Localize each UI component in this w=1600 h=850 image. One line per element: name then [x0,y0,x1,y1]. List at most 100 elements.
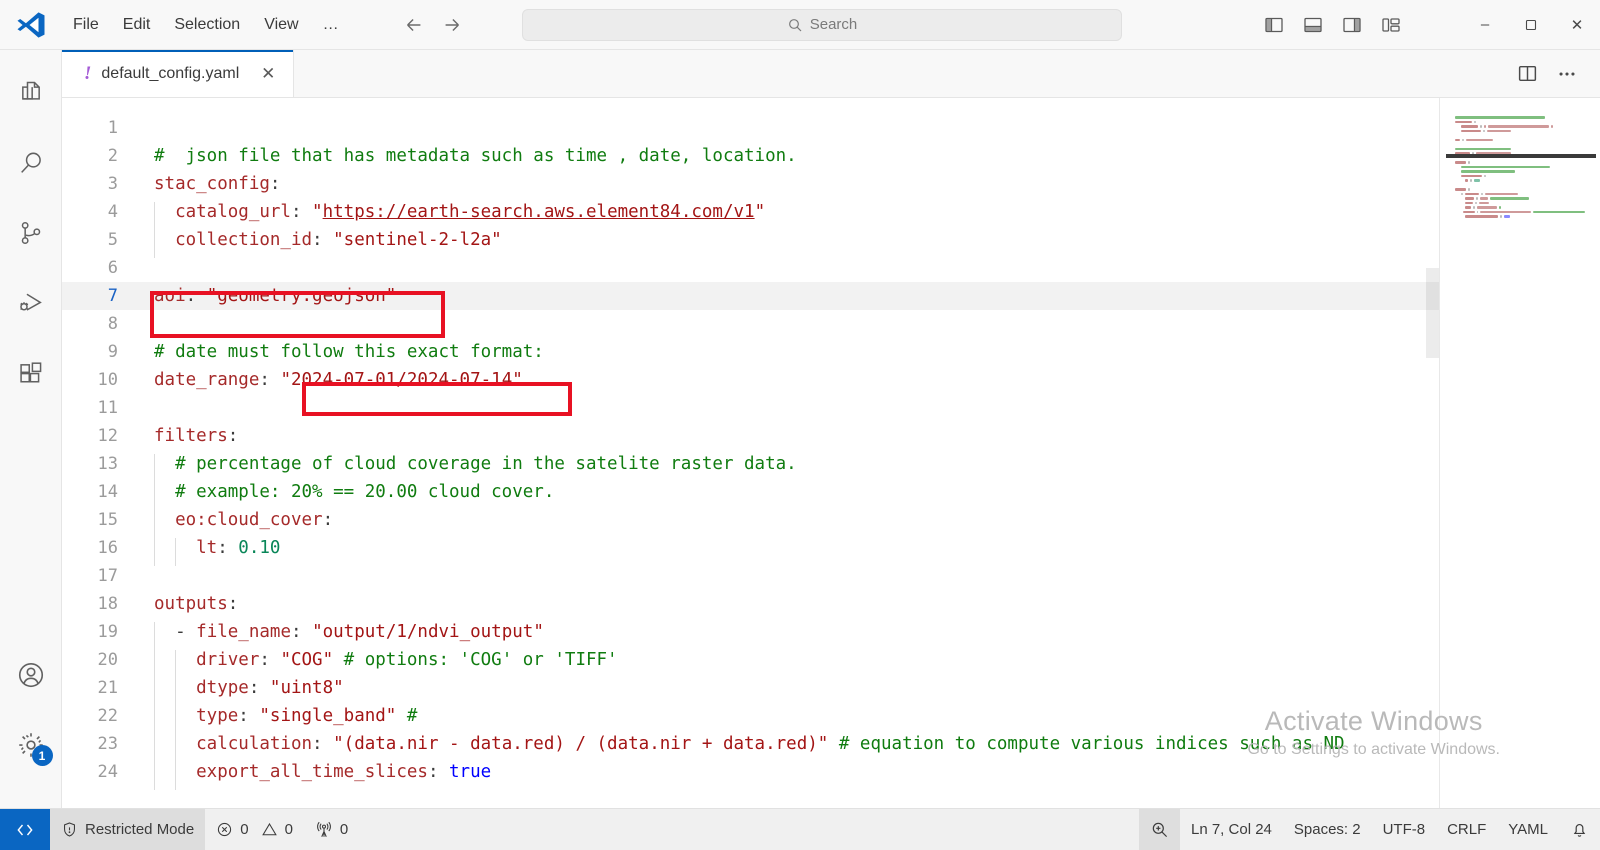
status-zoom-indicator[interactable] [1138,808,1180,850]
code-line[interactable]: 14 # example: 20% == 20.00 cloud cover. [62,478,1440,510]
menu-view[interactable]: View [253,10,309,40]
remote-window-icon[interactable] [0,808,50,850]
minimap-slider[interactable] [1446,154,1596,158]
code-line[interactable]: 20 driver: "COG" # options: 'COG' or 'TI… [62,646,1440,678]
menu-edit[interactable]: Edit [112,10,162,40]
indent-guide [154,482,155,510]
close-icon[interactable]: ✕ [257,64,279,84]
code-line[interactable]: 15 eo:cloud_cover: [62,506,1440,538]
line-number: 5 [107,230,118,250]
code-line[interactable]: 24 export_all_time_slices: true [62,758,1440,790]
code-line[interactable]: 8 [62,310,1440,338]
line-content[interactable]: dtype: "uint8" [140,678,1440,706]
menu-selection[interactable]: Selection [163,10,251,40]
line-content[interactable]: catalog_url: "https://earth-search.aws.e… [140,202,1440,230]
menu-more-icon[interactable]: … [312,10,350,40]
code-line[interactable]: 16 lt: 0.10 [62,534,1440,566]
line-content[interactable]: driver: "COG" # options: 'COG' or 'TIFF' [140,650,1440,678]
code-line[interactable]: 10 date_range: "2024-07-01/2024-07-14" [62,366,1440,394]
line-content[interactable]: calculation: "(data.nir - data.red) / (d… [140,734,1440,762]
indent-guide [154,762,155,790]
line-content[interactable]: # percentage of cloud coverage in the sa… [140,454,1440,482]
status-editor-position[interactable]: Ln 7, Col 24 [1180,809,1283,850]
token-key: collection_id [154,230,313,250]
indent-guide [175,538,176,566]
minimap[interactable] [1440,98,1600,808]
text-editor[interactable]: 1 2 # json file that has metadata such as … [62,98,1600,808]
line-content[interactable]: eo:cloud_cover: [140,510,1440,538]
line-content[interactable]: export_all_time_slices: true [140,762,1440,790]
status-restricted-mode[interactable]: Restricted Mode [50,808,206,850]
line-content[interactable]: # date must follow this exact format: [140,342,1440,362]
code-line[interactable]: 5 collection_id: "sentinel-2-l2a" [62,226,1440,258]
close-button[interactable]: ✕ [1554,0,1600,50]
code-line[interactable]: 11 [62,394,1440,422]
line-number: 4 [107,202,118,222]
code-line[interactable]: 19 - file_name: "output/1/ndvi_output" [62,618,1440,650]
sidebar-item-search[interactable] [0,128,62,198]
minimize-button[interactable]: – [1462,0,1508,50]
code-line[interactable]: 9 # date must follow this exact format: [62,338,1440,366]
code-line[interactable]: 3 stac_config: [62,170,1440,198]
token-punct: : [290,202,313,222]
sidebar-item-accounts[interactable] [0,640,62,710]
code-line[interactable]: 7 aoi: "geometry.geojson" [62,282,1440,310]
arrow-left-icon[interactable] [402,13,426,37]
status-eol[interactable]: CRLF [1436,809,1497,850]
more-actions-icon[interactable] [1556,63,1578,85]
line-content[interactable]: date_range: "2024-07-01/2024-07-14" [140,370,1440,390]
code-lines[interactable]: 1 2 # json file that has metadata such as … [62,98,1440,808]
menu-file[interactable]: File [62,10,110,40]
line-content[interactable]: type: "single_band" # [140,706,1440,734]
search-input[interactable]: Search [522,8,1122,41]
line-content[interactable]: aoi: "geometry.geojson" [140,286,1440,306]
minimap-segment [1551,125,1553,128]
minimap-segment [1455,120,1472,124]
line-content[interactable]: # json file that has metadata such as ti… [140,146,1440,166]
line-content[interactable]: stac_config: [140,174,1440,194]
code-line[interactable]: 4 catalog_url: "https://earth-search.aws… [62,198,1440,230]
line-content[interactable]: lt: 0.10 [140,538,1440,566]
arrow-right-icon[interactable] [440,13,464,37]
code-line[interactable]: 21 dtype: "uint8" [62,674,1440,706]
sidebar-item-explorer[interactable] [0,58,62,128]
split-editor-icon[interactable] [1517,63,1538,84]
toggle-secondary-sidebar-icon[interactable] [1341,14,1363,36]
customize-layout-icon[interactable] [1380,14,1402,36]
code-line[interactable]: 22 type: "single_band" # [62,702,1440,734]
code-line[interactable]: 13 # percentage of cloud coverage in the… [62,450,1440,482]
sidebar-item-run-and-debug[interactable] [0,268,62,338]
status-ports[interactable]: 0 [304,809,359,850]
code-line[interactable]: 6 [62,254,1440,282]
code-line[interactable]: 2 # json file that has metadata such as t… [62,142,1440,170]
line-content[interactable]: - file_name: "output/1/ndvi_output" [140,622,1440,650]
status-indentation[interactable]: Spaces: 2 [1283,809,1372,850]
tab-default-config-yaml[interactable]: ! default_config.yaml ✕ [62,50,295,97]
line-content[interactable]: outputs: [140,594,1440,614]
title-bar: File Edit Selection View … Search – ✕ [0,0,1600,50]
code-line[interactable]: 17 [62,562,1440,590]
code-line[interactable]: 1 [62,114,1440,142]
vertical-scrollbar[interactable] [1426,268,1440,358]
status-notifications[interactable] [1559,809,1600,850]
sidebar-item-manage-settings[interactable]: 1 [0,710,62,780]
maximize-button[interactable] [1508,0,1554,50]
minimap-segment [1478,201,1489,205]
toggle-panel-icon[interactable] [1302,14,1324,36]
code-line[interactable]: 23 calculation: "(data.nir - data.red) /… [62,730,1440,762]
line-content[interactable]: collection_id: "sentinel-2-l2a" [140,230,1440,258]
code-line[interactable]: 18 outputs: [62,590,1440,618]
sidebar-item-extensions[interactable] [0,338,62,408]
line-content[interactable]: filters: [140,426,1440,446]
sidebar-item-source-control[interactable] [0,198,62,268]
minimap-row [1455,161,1585,164]
status-problems[interactable]: 0 0 [205,809,304,850]
line-content[interactable]: # example: 20% == 20.00 cloud cover. [140,482,1440,510]
line-number: 17 [97,566,118,586]
code-line[interactable]: 12 filters: [62,422,1440,450]
toggle-primary-sidebar-icon[interactable] [1263,14,1285,36]
status-language-mode[interactable]: YAML [1497,809,1559,850]
activity-bar: 1 [0,50,62,808]
status-encoding[interactable]: UTF-8 [1372,809,1437,850]
code-area[interactable]: 1 2 # json file that has metadata such as … [62,98,1440,808]
